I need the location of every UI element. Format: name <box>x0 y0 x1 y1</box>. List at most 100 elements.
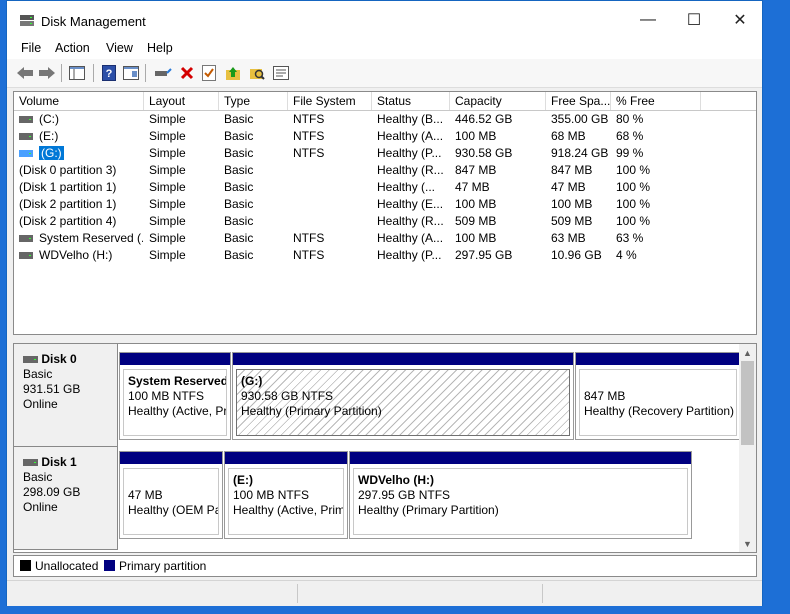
partition-wdvelho[interactable]: WDVelho (H:) 297.95 GB NTFS Healthy (Pri… <box>349 451 692 539</box>
table-row[interactable]: (G:) Simple Basic NTFS Healthy (P... 930.58 G… <box>14 145 756 162</box>
cell-type: Basic <box>224 129 254 143</box>
partition-size: 297.95 GB NTFS <box>358 488 451 502</box>
partition-size: 100 MB NTFS <box>128 389 205 403</box>
menu-help[interactable]: Help <box>147 41 173 55</box>
partition-system-reserved[interactable]: System Reserved 100 MB NTFS Healthy (Act… <box>119 352 231 440</box>
cell-pct: 68 % <box>616 129 644 143</box>
cell-fs <box>293 162 371 179</box>
cell-type: Basic <box>224 146 254 160</box>
partition-size: 930.58 GB NTFS <box>241 389 334 403</box>
volume-name: (E:) <box>39 129 59 143</box>
table-row[interactable]: (E:) Simple Basic NTFS Healthy (A... 100 MB 68… <box>14 128 756 145</box>
maximize-icon: ☐ <box>686 12 702 29</box>
toolbar: ? <box>7 59 762 88</box>
legend-bar: Unallocated Primary partition <box>13 555 757 577</box>
disk-state: Online <box>23 397 58 411</box>
properties-icon[interactable] <box>271 63 291 83</box>
disk-1-label[interactable]: Disk 1 Basic 298.09 GB Online <box>14 447 118 550</box>
cell-status: Healthy (... <box>377 180 436 194</box>
partition-status: Healthy (Primary Partition) <box>358 503 499 517</box>
partition-name: System Reserved <box>128 374 227 388</box>
volume-name: (G:) <box>39 146 64 160</box>
cell-capacity: 100 MB <box>455 129 497 143</box>
column-header-type[interactable]: Type <box>219 92 288 110</box>
partition-status: Healthy (Recovery Partition) <box>584 404 735 418</box>
cell-layout: Simple <box>149 163 186 177</box>
disk-name: Disk 1 <box>41 455 77 469</box>
check-icon[interactable] <box>199 63 219 83</box>
cell-fs <box>293 179 371 196</box>
cell-pct: 99 % <box>616 146 644 160</box>
cell-pct: 4 % <box>616 248 637 262</box>
table-row[interactable]: System Reserved (... Simple Basic NTFS Healt… <box>14 230 756 247</box>
cell-status: Healthy (R... <box>377 214 444 228</box>
scroll-down-arrow-icon[interactable]: ▼ <box>739 535 756 552</box>
scroll-thumb[interactable] <box>741 361 754 445</box>
partition-g[interactable]: (G:) 930.58 GB NTFS Healthy (Primary Par… <box>232 352 574 440</box>
cell-pct: 100 % <box>616 180 651 194</box>
volume-name: (C:) <box>39 112 59 126</box>
column-header-free[interactable]: Free Spa... <box>546 92 611 110</box>
cell-capacity: 509 MB <box>455 214 497 228</box>
console-tree-icon[interactable] <box>67 63 87 83</box>
column-header-layout[interactable]: Layout <box>144 92 219 110</box>
table-row[interactable]: (C:) Simple Basic NTFS Healthy (B... 446.52 G… <box>14 111 756 128</box>
menu-view[interactable]: View <box>106 41 133 55</box>
cell-type: Basic <box>224 231 254 245</box>
disk-management-window: Disk Management — ☐ ✕ File Action View H… <box>6 0 763 606</box>
search-folder-icon[interactable] <box>247 63 267 83</box>
column-header-volume[interactable]: Volume <box>14 92 144 110</box>
status-bar <box>7 580 762 606</box>
cell-capacity: 100 MB <box>455 197 497 211</box>
close-button[interactable]: ✕ <box>717 1 763 39</box>
column-header-pct[interactable]: % Free <box>611 92 701 110</box>
table-row[interactable]: WDVelho (H:) Simple Basic NTFS Healthy (P...… <box>14 247 756 264</box>
menu-bar: File Action View Help <box>7 39 762 59</box>
pane-splitter[interactable] <box>13 335 757 343</box>
cell-layout: Simple <box>149 231 186 245</box>
console-tree-icon-2[interactable] <box>121 63 141 83</box>
column-header-fs[interactable]: File System <box>288 92 372 110</box>
back-arrow-icon[interactable] <box>15 63 35 83</box>
connect-drive-icon[interactable] <box>153 63 173 83</box>
cell-capacity: 930.58 GB <box>455 146 513 160</box>
menu-action[interactable]: Action <box>55 41 90 55</box>
partition-e[interactable]: (E:) 100 MB NTFS Healthy (Active, Prim <box>224 451 348 539</box>
cell-pct: 80 % <box>616 112 644 126</box>
cell-status: Healthy (A... <box>377 231 444 245</box>
up-arrow-icon[interactable] <box>223 63 243 83</box>
column-header-status[interactable]: Status <box>372 92 450 110</box>
cell-layout: Simple <box>149 248 186 262</box>
partition-oem[interactable]: 47 MB Healthy (OEM Pa <box>119 451 223 539</box>
minimize-button[interactable]: — <box>625 1 671 39</box>
cell-type: Basic <box>224 180 254 194</box>
volume-name: System Reserved (... <box>39 231 143 245</box>
disk-pane-scrollbar[interactable]: ▲ ▼ <box>739 344 756 552</box>
scroll-up-arrow-icon[interactable]: ▲ <box>739 344 756 361</box>
partition-recovery[interactable]: 847 MB Healthy (Recovery Partition) <box>575 352 741 440</box>
delete-icon[interactable] <box>177 63 197 83</box>
disk-type: Basic <box>23 367 53 381</box>
forward-arrow-icon[interactable] <box>37 63 57 83</box>
cell-status: Healthy (A... <box>377 129 444 143</box>
drive-icon <box>19 133 33 140</box>
table-row[interactable]: (Disk 0 partition 3) Simple Basic Healthy (… <box>14 162 756 179</box>
volume-name: WDVelho (H:) <box>39 248 113 262</box>
cell-status: Healthy (E... <box>377 197 444 211</box>
table-row[interactable]: (Disk 2 partition 1) Simple Basic Healthy (… <box>14 196 756 213</box>
disk-type: Basic <box>23 470 53 484</box>
disk-0-label[interactable]: Disk 0 Basic 931.51 GB Online <box>14 344 118 447</box>
menu-file[interactable]: File <box>21 41 41 55</box>
cell-layout: Simple <box>149 180 186 194</box>
disk-management-icon <box>20 15 34 26</box>
partition-size: 100 MB NTFS <box>233 488 310 502</box>
partition-name: WDVelho (H:) <box>358 473 434 487</box>
maximize-button[interactable]: ☐ <box>671 1 717 39</box>
cell-type: Basic <box>224 214 254 228</box>
column-header-capacity[interactable]: Capacity <box>450 92 546 110</box>
help-icon[interactable]: ? <box>99 63 119 83</box>
cell-fs: NTFS <box>293 248 325 262</box>
cell-layout: Simple <box>149 146 186 160</box>
table-row[interactable]: (Disk 1 partition 1) Simple Basic Healthy (… <box>14 179 756 196</box>
table-row[interactable]: (Disk 2 partition 4) Simple Basic Healthy (… <box>14 213 756 230</box>
